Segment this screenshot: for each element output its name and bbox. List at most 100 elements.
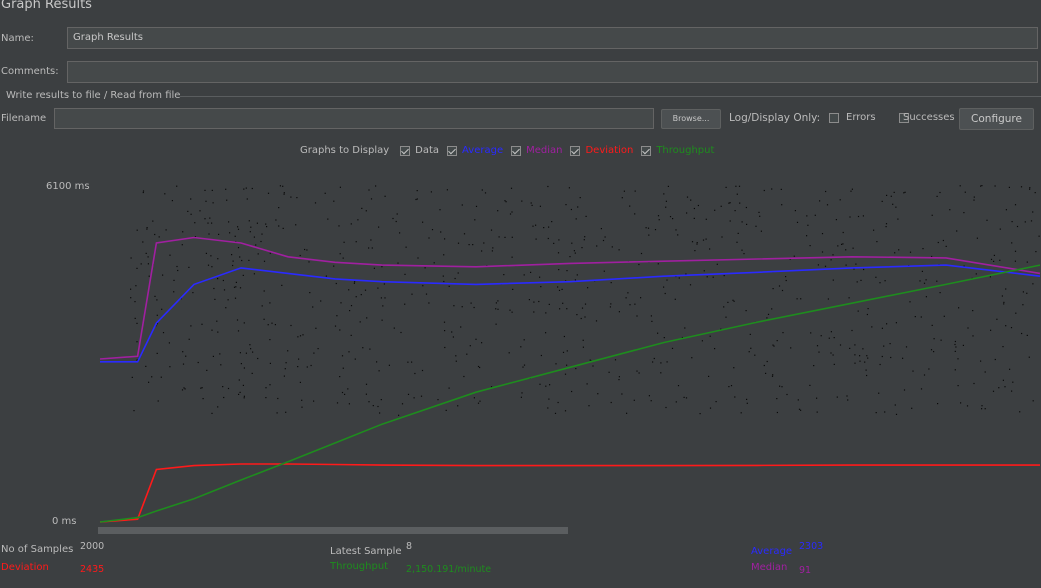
data-point: [816, 345, 819, 347]
data-point: [327, 218, 329, 220]
data-point: [813, 365, 815, 367]
data-point: [897, 218, 899, 220]
data-point: [545, 385, 547, 387]
configure-button[interactable]: Configure: [959, 108, 1034, 130]
name-input[interactable]: Graph Results: [67, 27, 1038, 49]
data-point: [1028, 356, 1030, 358]
throughput-checkbox[interactable]: [641, 145, 652, 156]
data-point: [448, 387, 450, 389]
data-point: [492, 247, 494, 249]
data-point: [557, 286, 559, 288]
data-point: [199, 210, 201, 212]
data-point: [554, 412, 557, 414]
median-checkbox[interactable]: [511, 145, 522, 156]
data-point: [650, 315, 652, 317]
data-point: [609, 306, 611, 308]
data-point: [821, 233, 824, 235]
data-point: [725, 186, 727, 188]
data-checkbox[interactable]: [400, 145, 411, 156]
data-point: [663, 337, 665, 339]
data-point: [380, 399, 382, 401]
graph-scrollbar[interactable]: [98, 527, 568, 534]
data-point: [378, 226, 380, 228]
data-point: [665, 206, 667, 208]
data-point: [629, 304, 631, 306]
data-point: [862, 215, 864, 217]
data-point: [204, 218, 206, 220]
data-point: [156, 314, 158, 316]
data-point: [828, 337, 830, 339]
data-point: [533, 301, 535, 303]
graph-toggle-throughput[interactable]: Throughput: [641, 145, 714, 156]
average-checkbox[interactable]: [447, 145, 458, 156]
data-point: [370, 239, 372, 241]
data-point: [249, 231, 251, 233]
graph-toggle-average[interactable]: Average: [447, 145, 503, 156]
data-point: [223, 289, 226, 291]
data-point: [1026, 334, 1028, 336]
median-toggle-label: Median: [526, 145, 563, 156]
data-point: [267, 192, 270, 194]
data-point: [211, 222, 213, 224]
graph-toggle-deviation[interactable]: Deviation: [570, 145, 633, 156]
data-point: [1011, 242, 1013, 244]
data-point: [364, 289, 367, 291]
data-point: [263, 318, 265, 320]
data-point: [763, 189, 765, 192]
browse-button[interactable]: Browse...: [661, 109, 721, 129]
data-point: [905, 346, 908, 348]
data-point: [589, 359, 591, 361]
data-point: [457, 405, 459, 407]
data-point: [320, 300, 322, 302]
data-point: [535, 224, 537, 226]
data-point: [818, 351, 820, 353]
data-point: [931, 324, 933, 326]
data-point: [912, 370, 914, 372]
throughput-stat-value: 2,150.191/minute: [406, 564, 492, 575]
data-point: [830, 331, 832, 333]
data-point: [495, 308, 497, 310]
graph-toggle-data[interactable]: Data: [400, 145, 439, 156]
data-point: [317, 348, 319, 350]
data-point: [999, 228, 1001, 230]
data-point: [253, 236, 255, 238]
deviation-checkbox[interactable]: [570, 145, 581, 156]
data-point: [981, 405, 983, 407]
data-point: [348, 351, 350, 353]
data-point: [860, 279, 862, 281]
data-point: [263, 260, 266, 262]
data-point: [227, 387, 230, 390]
data-point: [245, 352, 247, 354]
data-point: [545, 332, 547, 334]
y-axis-top-label: 6100 ms: [46, 181, 90, 192]
errors-checkbox[interactable]: [829, 113, 839, 123]
data-point: [1011, 221, 1013, 223]
data-point: [437, 399, 439, 401]
data-point: [232, 260, 234, 262]
data-point: [579, 197, 581, 199]
data-point: [566, 350, 568, 352]
data-point: [940, 339, 942, 341]
data-point: [1029, 187, 1031, 189]
data-point: [160, 376, 162, 378]
data-point: [134, 301, 136, 303]
data-point: [498, 236, 500, 238]
data-point: [452, 336, 454, 338]
comments-input[interactable]: [67, 61, 1038, 83]
data-point: [898, 249, 900, 251]
data-point: [411, 361, 413, 363]
data-point: [443, 280, 445, 283]
data-point: [297, 336, 299, 338]
graph-toggle-median[interactable]: Median: [511, 145, 562, 156]
data-point: [547, 185, 549, 188]
filename-input[interactable]: [54, 108, 654, 129]
data-point: [600, 228, 602, 230]
data-point: [1022, 304, 1024, 306]
data-point: [136, 322, 138, 324]
data-point: [416, 190, 418, 192]
data-point: [998, 387, 1000, 389]
data-point: [576, 274, 578, 276]
data-point: [285, 362, 287, 364]
data-point: [276, 412, 278, 414]
data-point: [473, 306, 475, 309]
